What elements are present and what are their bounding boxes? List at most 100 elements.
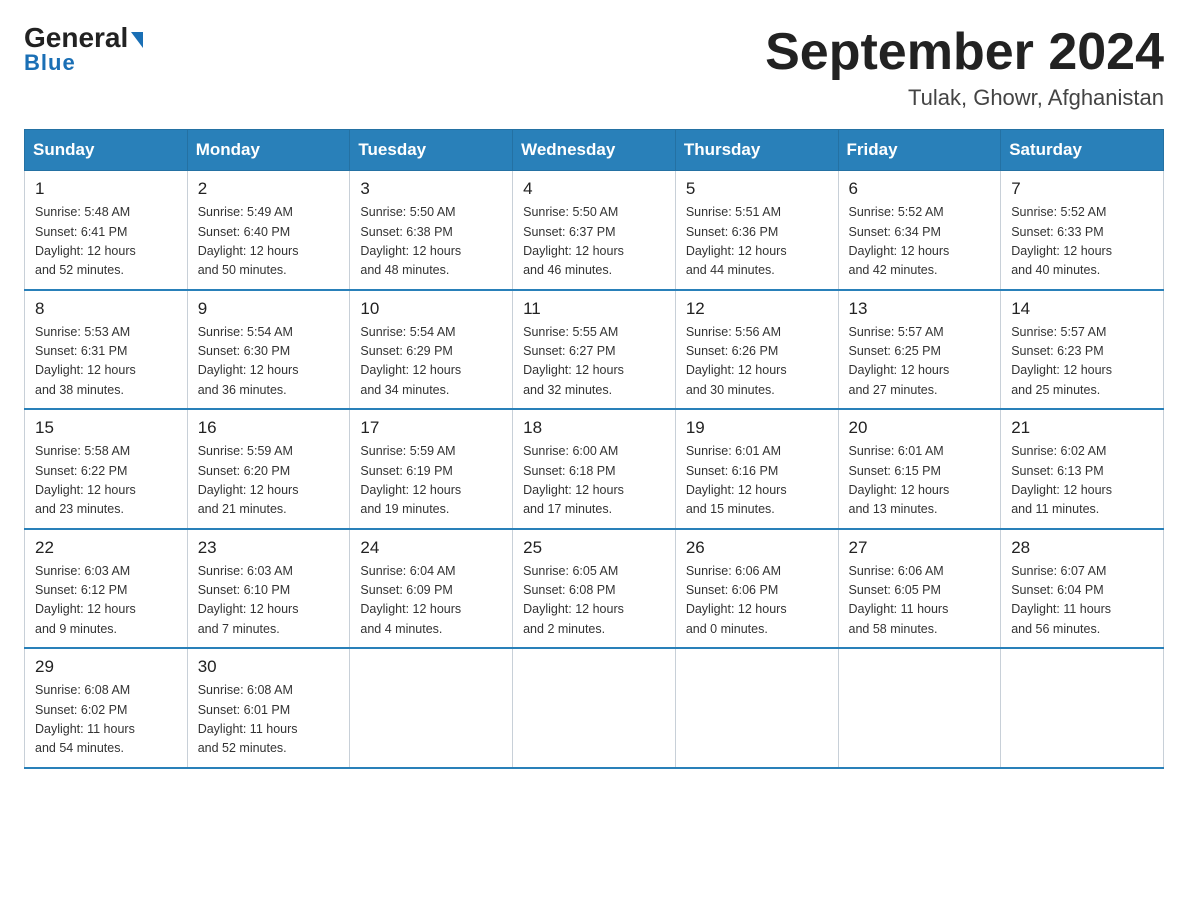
title-block: September 2024 Tulak, Ghowr, Afghanistan <box>765 24 1164 111</box>
calendar-title: September 2024 <box>765 24 1164 81</box>
calendar-week-row: 15Sunrise: 5:58 AMSunset: 6:22 PMDayligh… <box>25 409 1164 529</box>
day-number: 1 <box>35 179 177 199</box>
day-info: Sunrise: 5:51 AMSunset: 6:36 PMDaylight:… <box>686 203 828 281</box>
day-number: 20 <box>849 418 991 438</box>
day-info: Sunrise: 6:06 AMSunset: 6:05 PMDaylight:… <box>849 562 991 640</box>
day-number: 2 <box>198 179 340 199</box>
day-info: Sunrise: 5:54 AMSunset: 6:29 PMDaylight:… <box>360 323 502 401</box>
day-info: Sunrise: 5:57 AMSunset: 6:25 PMDaylight:… <box>849 323 991 401</box>
col-saturday: Saturday <box>1001 130 1164 171</box>
day-info: Sunrise: 6:01 AMSunset: 6:16 PMDaylight:… <box>686 442 828 520</box>
table-row: 3Sunrise: 5:50 AMSunset: 6:38 PMDaylight… <box>350 171 513 290</box>
logo-general: General <box>24 24 143 52</box>
day-info: Sunrise: 5:56 AMSunset: 6:26 PMDaylight:… <box>686 323 828 401</box>
day-info: Sunrise: 5:52 AMSunset: 6:34 PMDaylight:… <box>849 203 991 281</box>
table-row: 16Sunrise: 5:59 AMSunset: 6:20 PMDayligh… <box>187 409 350 529</box>
day-number: 22 <box>35 538 177 558</box>
table-row: 19Sunrise: 6:01 AMSunset: 6:16 PMDayligh… <box>675 409 838 529</box>
table-row: 17 Sunrise: 5:59 AMSunset: 6:19 PMDayligh… <box>350 409 513 529</box>
col-friday: Friday <box>838 130 1001 171</box>
table-row: 10Sunrise: 5:54 AMSunset: 6:29 PMDayligh… <box>350 290 513 410</box>
col-thursday: Thursday <box>675 130 838 171</box>
table-row: 5 Sunrise: 5:51 AMSunset: 6:36 PMDaylight… <box>675 171 838 290</box>
day-info: Sunrise: 6:07 AMSunset: 6:04 PMDaylight:… <box>1011 562 1153 640</box>
day-number: 6 <box>849 179 991 199</box>
day-number: 21 <box>1011 418 1153 438</box>
day-number: 18 <box>523 418 665 438</box>
day-info: Sunrise: 6:00 AMSunset: 6:18 PMDaylight:… <box>523 442 665 520</box>
day-info: Sunrise: 6:05 AMSunset: 6:08 PMDaylight:… <box>523 562 665 640</box>
table-row <box>838 648 1001 768</box>
table-row: 1 Sunrise: 5:48 AMSunset: 6:41 PMDaylight… <box>25 171 188 290</box>
day-number: 9 <box>198 299 340 319</box>
day-number: 28 <box>1011 538 1153 558</box>
table-row: 22Sunrise: 6:03 AMSunset: 6:12 PMDayligh… <box>25 529 188 649</box>
day-number: 7 <box>1011 179 1153 199</box>
day-info: Sunrise: 5:55 AMSunset: 6:27 PMDaylight:… <box>523 323 665 401</box>
page-header: General Blue September 2024 Tulak, Ghowr… <box>24 24 1164 111</box>
day-info: Sunrise: 5:52 AMSunset: 6:33 PMDaylight:… <box>1011 203 1153 281</box>
day-info: Sunrise: 5:57 AMSunset: 6:23 PMDaylight:… <box>1011 323 1153 401</box>
calendar-location: Tulak, Ghowr, Afghanistan <box>765 85 1164 111</box>
table-row: 27 Sunrise: 6:06 AMSunset: 6:05 PMDayligh… <box>838 529 1001 649</box>
day-number: 12 <box>686 299 828 319</box>
col-sunday: Sunday <box>25 130 188 171</box>
day-info: Sunrise: 5:59 AMSunset: 6:19 PMDaylight:… <box>360 442 502 520</box>
day-info: Sunrise: 5:53 AMSunset: 6:31 PMDaylight:… <box>35 323 177 401</box>
table-row: 8 Sunrise: 5:53 AMSunset: 6:31 PMDaylight… <box>25 290 188 410</box>
col-monday: Monday <box>187 130 350 171</box>
calendar-week-row: 8 Sunrise: 5:53 AMSunset: 6:31 PMDaylight… <box>25 290 1164 410</box>
day-number: 8 <box>35 299 177 319</box>
col-tuesday: Tuesday <box>350 130 513 171</box>
table-row: 4 Sunrise: 5:50 AMSunset: 6:37 PMDaylight… <box>513 171 676 290</box>
table-row: 11 Sunrise: 5:55 AMSunset: 6:27 PMDayligh… <box>513 290 676 410</box>
day-number: 25 <box>523 538 665 558</box>
day-number: 3 <box>360 179 502 199</box>
table-row: 15Sunrise: 5:58 AMSunset: 6:22 PMDayligh… <box>25 409 188 529</box>
table-row <box>675 648 838 768</box>
table-row: 25 Sunrise: 6:05 AMSunset: 6:08 PMDayligh… <box>513 529 676 649</box>
day-info: Sunrise: 5:49 AMSunset: 6:40 PMDaylight:… <box>198 203 340 281</box>
table-row <box>513 648 676 768</box>
day-info: Sunrise: 6:01 AMSunset: 6:15 PMDaylight:… <box>849 442 991 520</box>
calendar-week-row: 22Sunrise: 6:03 AMSunset: 6:12 PMDayligh… <box>25 529 1164 649</box>
table-row: 28 Sunrise: 6:07 AMSunset: 6:04 PMDayligh… <box>1001 529 1164 649</box>
calendar-week-row: 1 Sunrise: 5:48 AMSunset: 6:41 PMDaylight… <box>25 171 1164 290</box>
day-number: 29 <box>35 657 177 677</box>
day-info: Sunrise: 6:08 AMSunset: 6:01 PMDaylight:… <box>198 681 340 759</box>
table-row <box>1001 648 1164 768</box>
day-number: 5 <box>686 179 828 199</box>
table-row: 20 Sunrise: 6:01 AMSunset: 6:15 PMDayligh… <box>838 409 1001 529</box>
calendar-table: Sunday Monday Tuesday Wednesday Thursday… <box>24 129 1164 769</box>
table-row: 30Sunrise: 6:08 AMSunset: 6:01 PMDayligh… <box>187 648 350 768</box>
day-number: 4 <box>523 179 665 199</box>
table-row: 6 Sunrise: 5:52 AMSunset: 6:34 PMDaylight… <box>838 171 1001 290</box>
col-wednesday: Wednesday <box>513 130 676 171</box>
day-number: 24 <box>360 538 502 558</box>
day-number: 14 <box>1011 299 1153 319</box>
day-info: Sunrise: 5:50 AMSunset: 6:37 PMDaylight:… <box>523 203 665 281</box>
table-row: 23 Sunrise: 6:03 AMSunset: 6:10 PMDayligh… <box>187 529 350 649</box>
table-row: 7 Sunrise: 5:52 AMSunset: 6:33 PMDaylight… <box>1001 171 1164 290</box>
day-info: Sunrise: 5:54 AMSunset: 6:30 PMDaylight:… <box>198 323 340 401</box>
table-row: 13 Sunrise: 5:57 AMSunset: 6:25 PMDayligh… <box>838 290 1001 410</box>
day-number: 11 <box>523 299 665 319</box>
day-number: 17 <box>360 418 502 438</box>
calendar-header-row: Sunday Monday Tuesday Wednesday Thursday… <box>25 130 1164 171</box>
day-number: 16 <box>198 418 340 438</box>
table-row: 18 Sunrise: 6:00 AMSunset: 6:18 PMDayligh… <box>513 409 676 529</box>
day-number: 26 <box>686 538 828 558</box>
table-row: 21Sunrise: 6:02 AMSunset: 6:13 PMDayligh… <box>1001 409 1164 529</box>
day-number: 27 <box>849 538 991 558</box>
logo: General Blue <box>24 24 143 76</box>
calendar-week-row: 29Sunrise: 6:08 AMSunset: 6:02 PMDayligh… <box>25 648 1164 768</box>
day-info: Sunrise: 5:58 AMSunset: 6:22 PMDaylight:… <box>35 442 177 520</box>
table-row: 2 Sunrise: 5:49 AMSunset: 6:40 PMDaylight… <box>187 171 350 290</box>
table-row: 9 Sunrise: 5:54 AMSunset: 6:30 PMDaylight… <box>187 290 350 410</box>
day-info: Sunrise: 5:48 AMSunset: 6:41 PMDaylight:… <box>35 203 177 281</box>
day-info: Sunrise: 6:03 AMSunset: 6:10 PMDaylight:… <box>198 562 340 640</box>
day-number: 23 <box>198 538 340 558</box>
day-number: 13 <box>849 299 991 319</box>
table-row: 24Sunrise: 6:04 AMSunset: 6:09 PMDayligh… <box>350 529 513 649</box>
table-row <box>350 648 513 768</box>
